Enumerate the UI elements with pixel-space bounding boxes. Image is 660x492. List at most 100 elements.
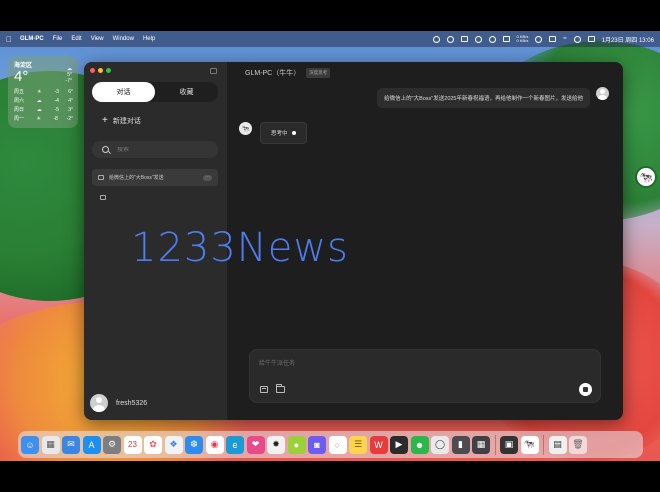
tab-chat[interactable]: 对话: [92, 82, 155, 102]
weather-widget[interactable]: 海淀区 4° ☁ 5° -7° 周五 ☀ -3 6° 周六 ☁ -4 4° 周日…: [8, 56, 78, 128]
weather-temp: 4°: [14, 68, 29, 85]
chat-title: GLM-PC（牛牛）: [245, 70, 301, 77]
more-icon[interactable]: ···: [203, 174, 212, 181]
deep-think-badge[interactable]: 深度思考: [306, 68, 331, 78]
app-icon[interactable]: ❖: [164, 435, 183, 454]
control-center-icon[interactable]: [587, 36, 595, 42]
photos-icon[interactable]: ✿: [144, 435, 162, 454]
avatar[interactable]: [90, 394, 108, 412]
status-icon[interactable]: [535, 35, 543, 43]
sun-icon: ☀: [36, 115, 41, 122]
forecast-high: -2°: [66, 115, 73, 122]
settings-icon[interactable]: ⚙: [103, 435, 121, 454]
network-speed[interactable]: 0 KB/s 0 KB/s: [517, 35, 529, 43]
menu-window[interactable]: Window: [113, 36, 134, 42]
stop-icon: [583, 387, 588, 392]
close-button[interactable]: [90, 68, 95, 73]
search-icon[interactable]: [573, 35, 581, 43]
cow-desktop-icon[interactable]: 🐄: [635, 166, 657, 188]
chat-bubble-icon[interactable]: [100, 195, 106, 200]
user-message: 给微信上的"大Boss"发送2025年新春祝福语，再给他制作一个新春图片，发送给…: [377, 88, 590, 108]
app-icon-3[interactable]: ●: [287, 435, 306, 454]
composer: [249, 349, 601, 403]
weather-low: -7°: [65, 78, 72, 84]
notes-icon[interactable]: ☰: [349, 435, 367, 454]
app-icon-7[interactable]: ▮: [451, 435, 470, 454]
mail-icon[interactable]: ✉: [62, 435, 80, 454]
forecast-low: -8: [53, 115, 58, 122]
chat-header: GLM-PC（牛牛） 深度思考: [245, 68, 331, 78]
screen-icon[interactable]: ▣: [500, 435, 518, 454]
sidebar-toggle-icon[interactable]: [210, 68, 217, 74]
app-icon-4[interactable]: ◙: [308, 435, 326, 454]
bot-avatar-icon: 🐄: [239, 122, 252, 135]
dock-separator: [494, 434, 496, 455]
search-input[interactable]: [117, 146, 207, 153]
forecast-low: -5: [54, 106, 59, 113]
conversation-item[interactable]: 给微信上的"大Boss"发送 ···: [92, 169, 218, 186]
app-icon-5[interactable]: ○: [328, 435, 347, 454]
menu-help[interactable]: Help: [143, 36, 155, 42]
forecast-day: 周六: [14, 98, 25, 104]
minimize-button[interactable]: [98, 68, 103, 73]
image-icon[interactable]: [260, 386, 268, 393]
menu-view[interactable]: View: [91, 36, 104, 42]
folder-icon[interactable]: [276, 384, 285, 393]
status-icon[interactable]: [502, 36, 510, 42]
app-icon-2[interactable]: ❤: [246, 435, 265, 454]
app-icon-6[interactable]: ◯: [431, 435, 449, 454]
status-icon[interactable]: [460, 36, 468, 42]
plus-icon: +: [102, 115, 108, 126]
network-down: 0 KB/s: [516, 38, 529, 43]
send-button[interactable]: [579, 383, 592, 396]
sun-icon: ☀: [37, 88, 42, 95]
apple-menu-icon[interactable]: : [6, 35, 12, 44]
window-controls: [90, 68, 111, 73]
forecast-high: 3°: [68, 106, 73, 113]
menu-bar:  GLM-PC File Edit View Window Help 0 KB…: [0, 31, 660, 47]
safari-icon[interactable]: ❆: [185, 435, 203, 454]
forecast-day: 周五: [14, 89, 25, 95]
wps-icon[interactable]: W: [369, 435, 388, 454]
calculator-icon[interactable]: ▦: [472, 435, 490, 454]
new-chat-button[interactable]: + 新建对话: [102, 115, 141, 126]
zoom-button[interactable]: [106, 68, 111, 73]
launchpad-icon[interactable]: ▦: [41, 435, 60, 454]
chrome-icon[interactable]: ◉: [205, 435, 224, 454]
wifi-icon[interactable]: ≈: [563, 36, 566, 42]
watermark: 1233News: [131, 225, 349, 271]
app-menu[interactable]: GLM-PC: [20, 36, 44, 42]
weather-forecast: 周五 ☀ -3 6° 周六 ☁ -4 4° 周日 ☁ -5 3° 周一 ☀ -8…: [14, 87, 73, 123]
forecast-row: 周一 ☀ -8 -2°: [14, 114, 73, 123]
edge-icon[interactable]: e: [226, 435, 244, 454]
user-profile[interactable]: fresh5326: [90, 394, 147, 412]
clock[interactable]: 1月23日 周四 13:06: [602, 35, 654, 44]
status-icon[interactable]: [549, 36, 557, 42]
status-icon[interactable]: [488, 35, 496, 43]
status-icon[interactable]: [446, 35, 454, 43]
search-box[interactable]: [92, 141, 218, 158]
final-cut-icon[interactable]: ▶: [390, 435, 408, 454]
status-icon[interactable]: [432, 35, 440, 43]
user-name: fresh5326: [116, 399, 148, 407]
menu-edit[interactable]: Edit: [71, 36, 81, 42]
trash-icon[interactable]: 🗑: [569, 435, 587, 454]
finder-window-icon[interactable]: ▤: [548, 435, 567, 454]
sidebar-tabs: 对话 收藏: [92, 82, 218, 102]
chatgpt-icon[interactable]: ✸: [267, 435, 285, 454]
search-icon: [102, 146, 109, 153]
glm-icon[interactable]: 🐄: [520, 435, 539, 454]
dock: ☺ ▦ ✉ A ⚙ 23 ✿ ❖ ❆ ◉ e ❤ ✸ ● ◙ ○ ☰ W ▶ ☻…: [18, 431, 643, 458]
forecast-day: 周日: [14, 107, 25, 113]
tab-favorites[interactable]: 收藏: [155, 82, 218, 102]
wechat-icon[interactable]: ☻: [410, 435, 429, 454]
user-avatar: [596, 87, 609, 100]
app-store-icon[interactable]: A: [82, 435, 101, 454]
forecast-row: 周日 ☁ -5 3°: [14, 105, 73, 114]
status-icon[interactable]: [474, 35, 482, 43]
calendar-icon[interactable]: 23: [123, 435, 142, 454]
task-input[interactable]: [259, 358, 559, 372]
finder-icon[interactable]: ☺: [21, 435, 39, 454]
menu-file[interactable]: File: [53, 36, 63, 42]
thinking-status: 思考中: [271, 131, 288, 137]
